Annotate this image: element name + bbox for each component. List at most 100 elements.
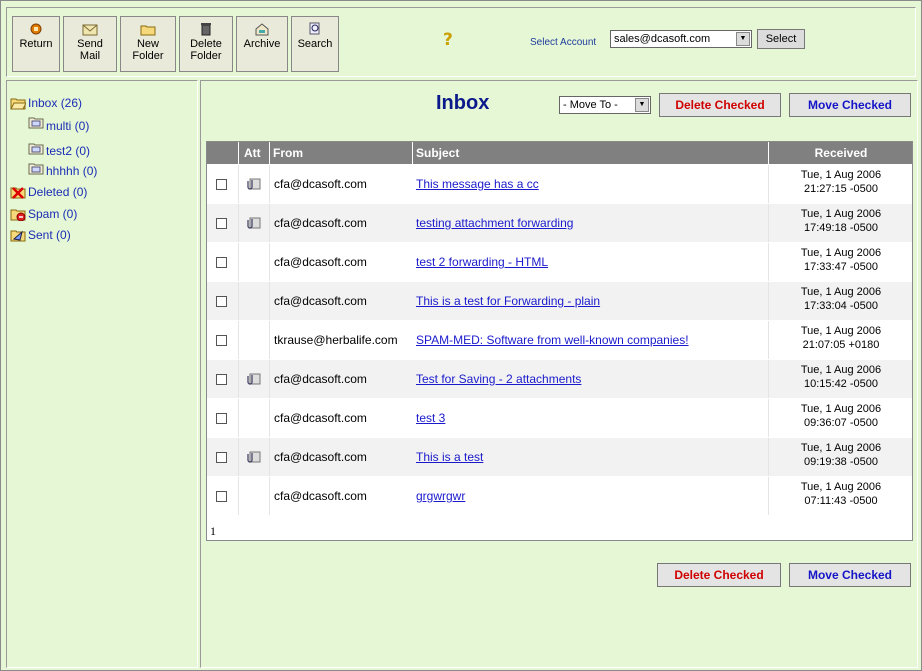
row-subject-link[interactable]: This is a test for Forwarding - plain	[416, 294, 600, 308]
folder-icon	[28, 143, 44, 154]
row-from: cfa@dcasoft.com	[274, 411, 367, 425]
row-subject-link[interactable]: This message has a cc	[416, 177, 539, 191]
row-received: Tue, 1 Aug 2006 10:15:42 -0500	[770, 363, 912, 391]
help-icon[interactable]: ?	[443, 30, 453, 50]
row-from: cfa@dcasoft.com	[274, 177, 367, 191]
row-from: cfa@dcasoft.com	[274, 372, 367, 386]
folder-inbox[interactable]: Inbox (26)	[10, 96, 82, 110]
folder-test2[interactable]: test2 (0)	[28, 141, 90, 158]
table-row[interactable]: cfa@dcasoft.com Test for Saving - 2 attac…	[207, 360, 912, 398]
page-title: Inbox	[436, 92, 490, 114]
table-row[interactable]: cfa@dcasoft.com This message has a cc Tue,…	[207, 165, 912, 203]
attachment-icon	[247, 451, 261, 463]
row-checkbox[interactable]	[216, 218, 227, 229]
row-received-date: Tue, 1 Aug 2006	[800, 403, 882, 415]
row-received-date: Tue, 1 Aug 2006	[800, 442, 882, 454]
row-checkbox[interactable]	[216, 452, 227, 463]
row-received-time: 10:15:42 -0500	[803, 378, 878, 390]
attachment-icon	[247, 217, 261, 229]
row-subject-link[interactable]: SPAM-MED: Software from well-known compa…	[416, 333, 689, 347]
archive-button[interactable]: Archive	[236, 16, 288, 72]
attachment-icon	[247, 178, 261, 190]
row-received-time: 09:36:07 -0500	[803, 417, 878, 429]
page-number[interactable]: 1	[210, 524, 216, 539]
new-folder-button[interactable]: New Folder	[120, 16, 176, 72]
folder-icon	[28, 117, 44, 128]
delete-folder-button[interactable]: Delete Folder	[179, 16, 233, 72]
row-checkbox[interactable]	[216, 179, 227, 190]
row-received: Tue, 1 Aug 2006 09:19:38 -0500	[770, 441, 912, 469]
move-to-select[interactable]: - Move To - ▼	[559, 96, 651, 114]
table-row[interactable]: cfa@dcasoft.com testing attachment forwar…	[207, 204, 912, 242]
row-received: Tue, 1 Aug 2006 17:49:18 -0500	[770, 207, 912, 235]
table-row[interactable]: cfa@dcasoft.com This is a test Tue, 1 Aug …	[207, 438, 912, 476]
row-subject-link[interactable]: test 3	[416, 411, 445, 425]
row-received: Tue, 1 Aug 2006 21:27:15 -0500	[770, 168, 912, 196]
delete-checked-button-top[interactable]: Delete Checked	[659, 93, 781, 117]
row-subject-link[interactable]: grgwrgwr	[416, 489, 465, 503]
row-from: cfa@dcasoft.com	[274, 216, 367, 230]
send-mail-icon	[82, 22, 98, 36]
row-received-date: Tue, 1 Aug 2006	[800, 169, 882, 181]
select-account-button[interactable]: Select	[757, 29, 805, 49]
header-from[interactable]: From	[273, 142, 303, 164]
row-checkbox[interactable]	[216, 413, 227, 424]
row-received-time: 17:33:47 -0500	[803, 261, 878, 273]
row-received: Tue, 1 Aug 2006 21:07:05 +0180	[770, 324, 912, 352]
row-received-date: Tue, 1 Aug 2006	[800, 247, 882, 259]
header-att[interactable]: Att	[244, 142, 261, 164]
row-received: Tue, 1 Aug 2006 07:11:43 -0500	[770, 480, 912, 508]
folder-open-icon	[10, 98, 26, 109]
row-subject-link[interactable]: testing attachment forwarding	[416, 216, 573, 230]
spam-icon	[10, 209, 26, 221]
search-button[interactable]: Search	[291, 16, 339, 72]
delete-checked-button-bottom[interactable]: Delete Checked	[657, 563, 781, 587]
new-folder-icon	[140, 22, 156, 36]
table-row[interactable]: cfa@dcasoft.com test 2 forwarding - HTML T…	[207, 243, 912, 281]
return-icon	[28, 22, 44, 36]
folder-sent[interactable]: Sent (0)	[10, 228, 71, 242]
row-received-time: 09:19:38 -0500	[803, 456, 878, 468]
move-checked-button-bottom[interactable]: Move Checked	[789, 563, 911, 587]
folder-deleted[interactable]: Deleted (0)	[10, 185, 87, 199]
select-account-label: Select Account	[530, 37, 597, 48]
row-received: Tue, 1 Aug 2006 09:36:07 -0500	[770, 402, 912, 430]
folder-hhhhh[interactable]: hhhhh (0)	[28, 161, 97, 178]
row-received-date: Tue, 1 Aug 2006	[800, 325, 882, 337]
table-row[interactable]: cfa@dcasoft.com This is a test for Forwar…	[207, 282, 912, 320]
row-checkbox[interactable]	[216, 296, 227, 307]
table-header: Att From Subject Received	[207, 142, 912, 164]
row-received-time: 07:11:43 -0500	[804, 495, 878, 507]
folder-spam[interactable]: Spam (0)	[10, 207, 77, 221]
return-button[interactable]: Return	[12, 16, 60, 72]
row-checkbox[interactable]	[216, 374, 227, 385]
row-received-date: Tue, 1 Aug 2006	[800, 364, 882, 376]
archive-icon	[254, 22, 270, 36]
row-from: tkrause@herbalife.com	[274, 333, 398, 347]
row-subject-link[interactable]: Test for Saving - 2 attachments	[416, 372, 581, 386]
header-subject[interactable]: Subject	[416, 142, 459, 164]
row-checkbox[interactable]	[216, 257, 227, 268]
send-mail-button[interactable]: Send Mail	[63, 16, 117, 72]
folder-multi[interactable]: multi (0)	[28, 115, 89, 133]
row-received-time: 21:07:05 +0180	[802, 339, 880, 351]
row-received-time: 17:33:04 -0500	[803, 300, 878, 312]
account-select[interactable]: sales@dcasoft.com ▼	[610, 30, 752, 48]
row-checkbox[interactable]	[216, 335, 227, 346]
header-received[interactable]: Received	[770, 142, 912, 164]
row-from: cfa@dcasoft.com	[274, 255, 367, 269]
row-received-time: 21:27:15 -0500	[803, 183, 878, 195]
table-row[interactable]: cfa@dcasoft.com grgwrgwr Tue, 1 Aug 2006 07…	[207, 477, 912, 515]
table-row[interactable]: tkrause@herbalife.com SPAM-MED: Software …	[207, 321, 912, 359]
row-subject-link[interactable]: test 2 forwarding - HTML	[416, 255, 548, 269]
row-from: cfa@dcasoft.com	[274, 294, 367, 308]
table-row[interactable]: cfa@dcasoft.com test 3 Tue, 1 Aug 2006 09:3…	[207, 399, 912, 437]
row-subject-link[interactable]: This is a test	[416, 450, 483, 464]
row-checkbox[interactable]	[216, 491, 227, 502]
move-checked-button-top[interactable]: Move Checked	[789, 93, 911, 117]
delete-folder-icon	[198, 22, 214, 36]
chevron-down-icon: ▼	[736, 32, 750, 46]
chevron-down-icon: ▼	[635, 98, 649, 112]
attachment-icon	[247, 373, 261, 385]
message-table: Att From Subject Received cfa@dcasoft.co…	[206, 141, 913, 541]
